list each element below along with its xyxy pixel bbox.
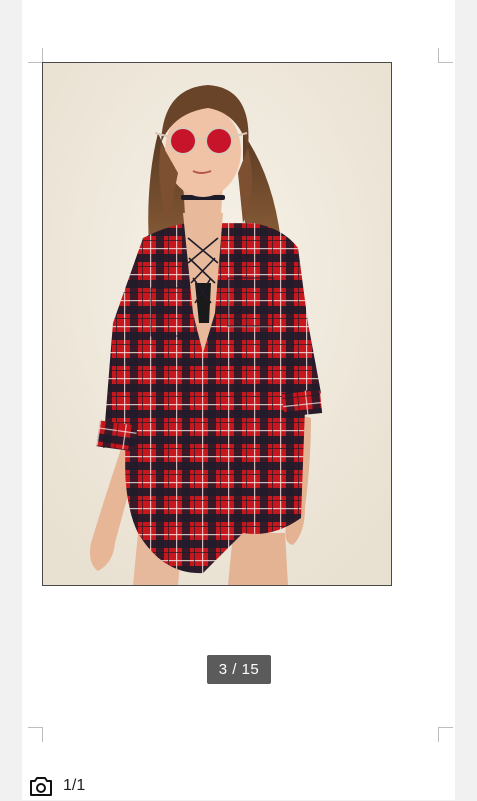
camera-icon[interactable]: [30, 776, 52, 796]
crop-mark-top-right: [438, 48, 453, 63]
crop-mark-bottom-left: [28, 727, 43, 742]
crop-mark-bottom-right: [438, 727, 453, 742]
crop-mark-top-left: [28, 48, 43, 63]
product-photo-illustration: [43, 63, 391, 585]
attachment-bar: 1/1: [0, 770, 477, 800]
page-indicator: 3 / 15: [207, 655, 271, 684]
product-photo[interactable]: [42, 62, 392, 586]
image-count: 1/1: [63, 777, 86, 794]
